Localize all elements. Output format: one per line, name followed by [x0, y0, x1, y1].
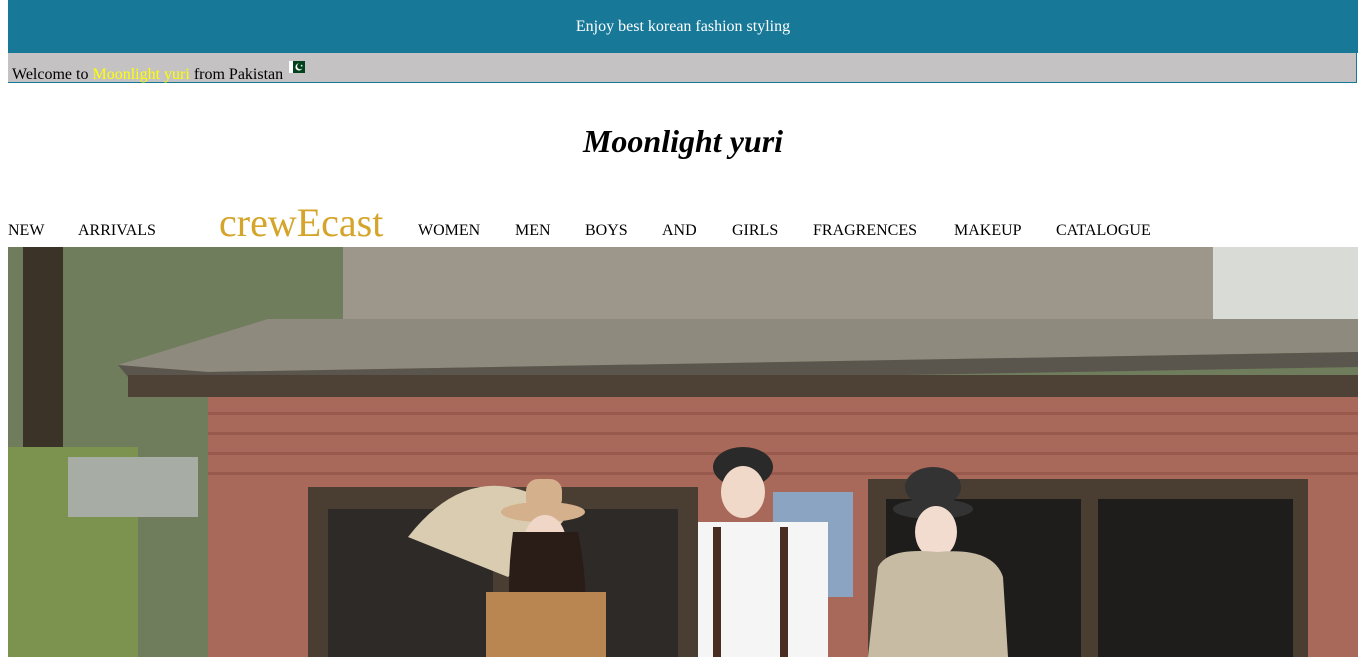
nav-item-women[interactable]: WOMEN: [418, 222, 480, 240]
nav-item-new[interactable]: NEW: [8, 222, 44, 240]
welcome-suffix: from Pakistan: [189, 66, 284, 83]
nav-item-men[interactable]: MEN: [515, 222, 551, 240]
welcome-message: Welcome to Moonlight yuri from Pakistan: [12, 61, 306, 84]
page: Enjoy best korean fashion styling Welcom…: [0, 0, 1366, 657]
top-banner: Enjoy best korean fashion styling: [8, 0, 1358, 53]
nav-item-fragrences[interactable]: FRAGRENCES: [813, 222, 917, 240]
nav-item-arrivals[interactable]: ARRIVALS: [78, 222, 156, 240]
banner-text: Enjoy best korean fashion styling: [575, 17, 791, 35]
nav-item-girls[interactable]: GIRLS: [732, 222, 778, 240]
hero-image: [8, 247, 1358, 657]
pakistan-flag-icon: [289, 61, 306, 73]
nav-logo-crewecast[interactable]: crewEcast: [219, 200, 383, 246]
site-title: Moonlight yuri: [582, 123, 784, 159]
nav-item-and[interactable]: AND: [662, 222, 697, 240]
welcome-brand: Moonlight yuri: [92, 66, 190, 83]
nav-item-boys[interactable]: BOYS: [585, 222, 628, 240]
hero-photo-illustration: [8, 247, 1358, 657]
welcome-bar: Welcome to Moonlight yuri from Pakistan: [8, 53, 1357, 83]
main-nav: NEW ARRIVALS crewEcast WOMEN MEN BOYS AN…: [8, 200, 1358, 246]
nav-item-makeup[interactable]: MAKEUP: [954, 222, 1022, 240]
nav-item-catalogue[interactable]: CATALOGUE: [1056, 222, 1151, 240]
welcome-prefix: Welcome to: [12, 66, 93, 83]
